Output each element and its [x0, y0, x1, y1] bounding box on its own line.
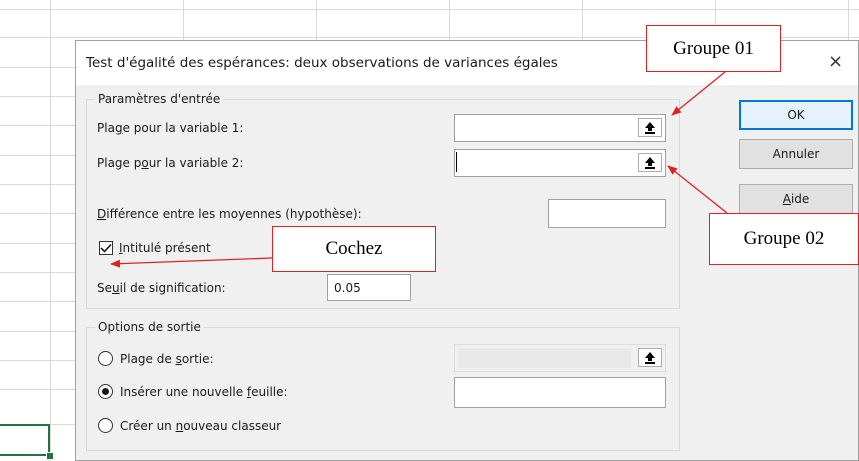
output-range-radio[interactable] [98, 351, 113, 366]
annotation-groupe02: Groupe 02 [709, 213, 859, 265]
new-workbook-label[interactable]: Créer un nouveau classeur [120, 419, 281, 433]
new-sheet-label[interactable]: Insérer une nouvelle feuille: [120, 385, 288, 399]
alpha-input[interactable]: 0.05 [327, 274, 411, 301]
annotation-cochez: Cochez [272, 226, 436, 272]
text-caret [456, 152, 457, 172]
close-icon[interactable]: × [828, 51, 843, 72]
new-sheet-input[interactable] [454, 377, 666, 408]
var2-label: Plage pour la variable 2: [97, 156, 244, 170]
output-range-input[interactable] [454, 344, 666, 372]
selected-cell[interactable] [0, 424, 50, 456]
annotation-groupe01: Groupe 01 [646, 25, 781, 72]
output-collapse-button[interactable] [638, 348, 662, 367]
var2-range-input[interactable] [454, 149, 666, 177]
cancel-button[interactable]: Annuler [739, 139, 853, 169]
checkmark-icon [100, 243, 112, 253]
output-range-inner [458, 348, 631, 368]
grid-col-line [50, 0, 51, 461]
new-sheet-radio[interactable] [98, 384, 113, 399]
ok-button[interactable]: OK [739, 100, 853, 130]
input-parameters-legend: Paramètres d'entrée [95, 92, 224, 106]
labels-checkbox[interactable] [99, 241, 113, 255]
var2-collapse-button[interactable] [638, 153, 662, 172]
output-options-legend: Options de sortie [95, 320, 204, 334]
alpha-value: 0.05 [334, 281, 361, 295]
mean-difference-label: Différence entre les moyennes (hypothèse… [97, 207, 362, 221]
upload-arrow-icon [645, 156, 655, 169]
help-button[interactable]: Aide [739, 184, 853, 214]
var1-collapse-button[interactable] [638, 118, 662, 137]
dialog-title: Test d'égalité des espérances: deux obse… [86, 55, 558, 71]
output-range-label[interactable]: Plage de sortie: [120, 352, 214, 366]
var1-range-input[interactable] [454, 114, 666, 142]
mean-difference-input[interactable] [548, 199, 666, 228]
var1-label: Plage pour la variable 1: [97, 121, 244, 135]
grid-row-line [0, 9, 859, 10]
fill-handle[interactable] [46, 452, 54, 460]
new-workbook-radio[interactable] [98, 418, 113, 433]
alpha-label: Seuil de signification: [97, 281, 226, 295]
labels-checkbox-label[interactable]: Intitulé présent [119, 241, 211, 255]
upload-arrow-icon [645, 351, 655, 364]
upload-arrow-icon [645, 121, 655, 134]
